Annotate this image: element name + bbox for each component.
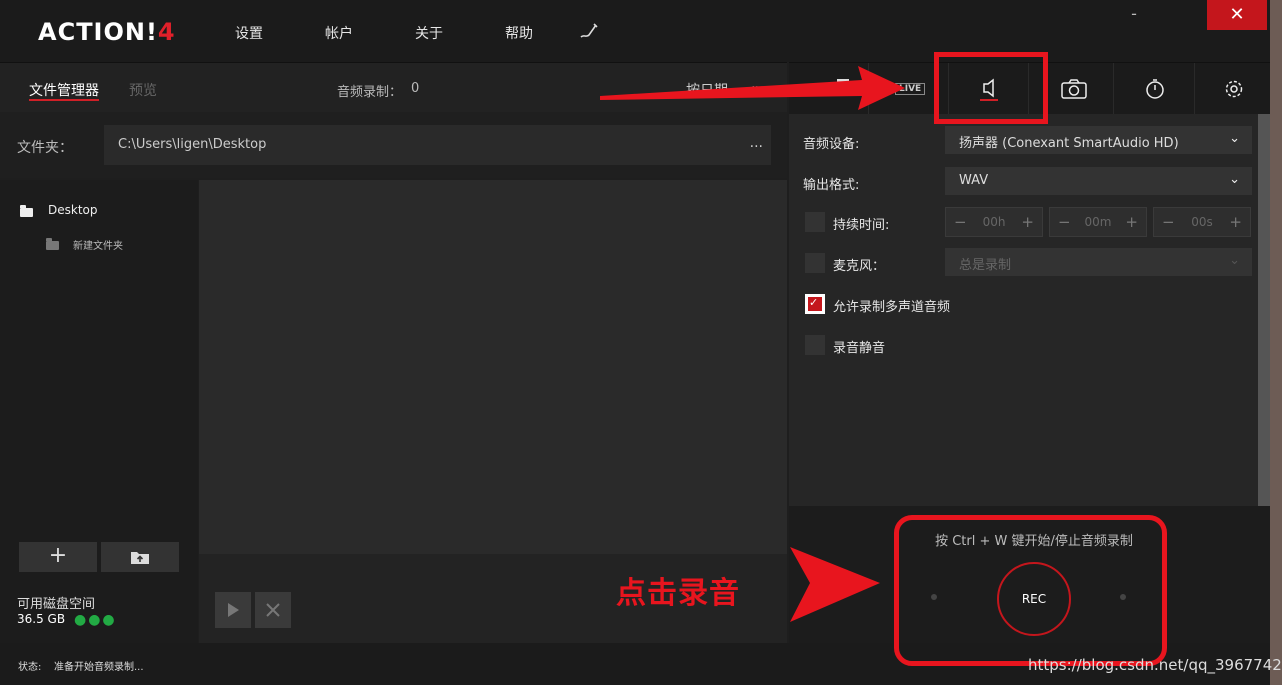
annotation-arrow-bottom [790,547,880,622]
annotation-highlight-audio-tab [934,52,1048,124]
watermark: https://blog.csdn.net/qq_39677429 [1028,656,1282,674]
annotation-text: 点击录音 [616,576,740,611]
annotation-highlight-rec [894,515,1167,666]
annotation-arrow-top [600,66,905,110]
